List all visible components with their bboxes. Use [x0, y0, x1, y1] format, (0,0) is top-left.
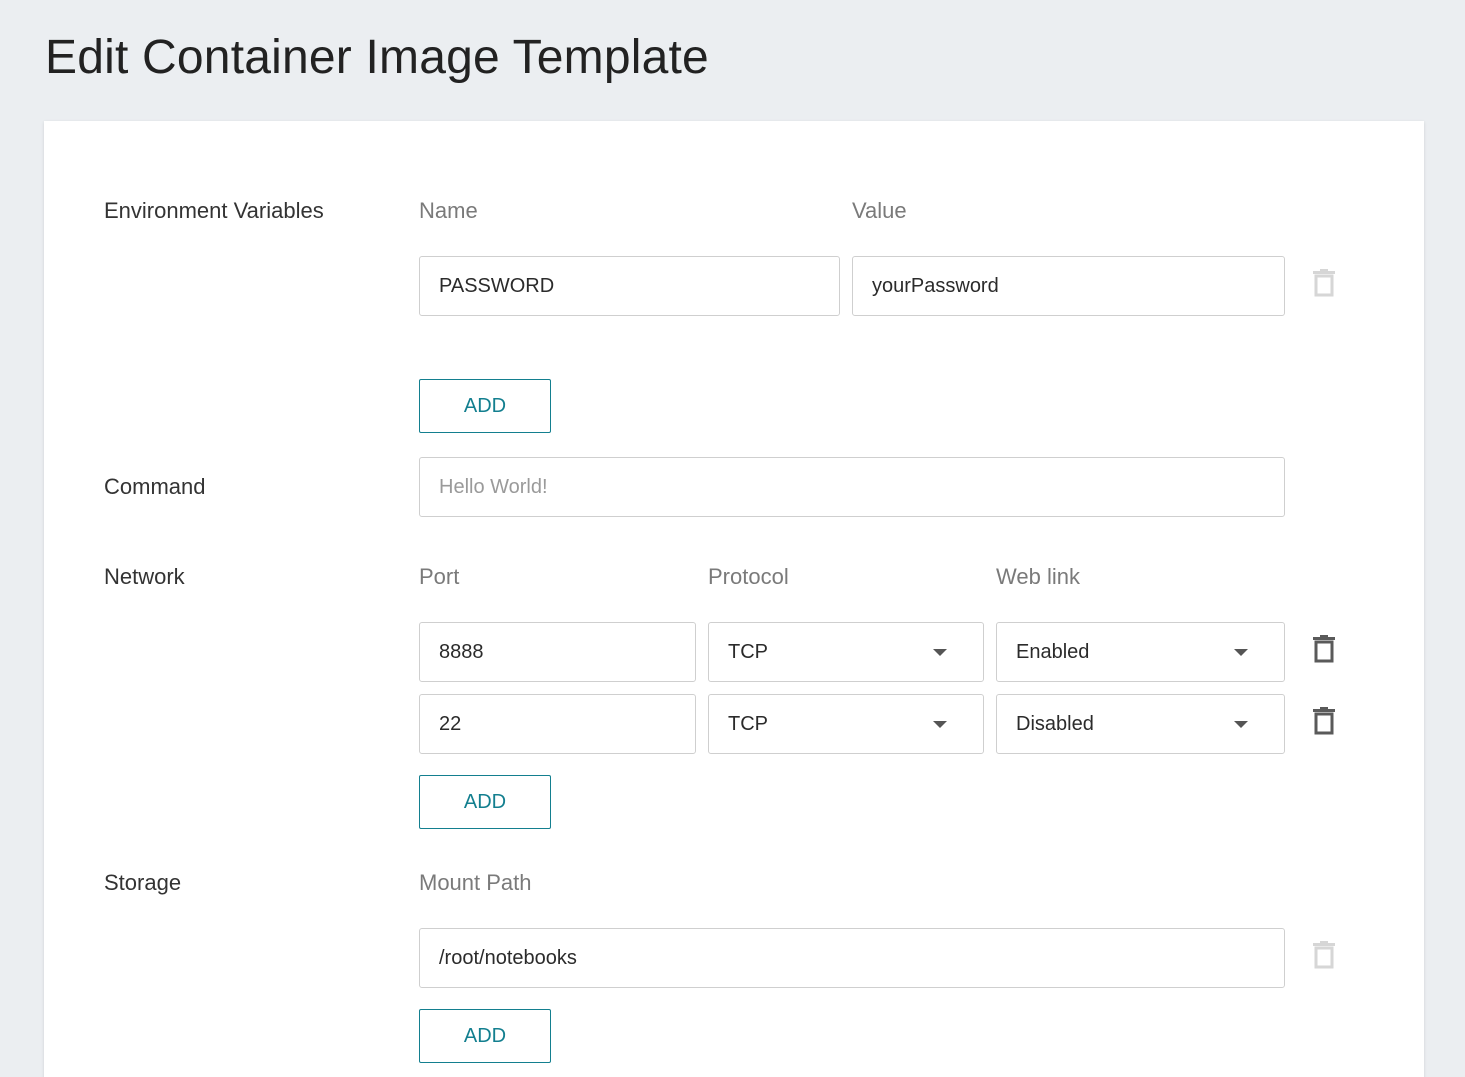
storage-section-label: Storage: [104, 870, 182, 895]
env-value-field[interactable]: [852, 256, 1285, 316]
env-col-name-header: Name: [419, 198, 478, 223]
env-name-field[interactable]: [419, 256, 840, 316]
network-weblink-value: Enabled: [1016, 641, 1090, 663]
env-add-button[interactable]: ADD: [419, 379, 551, 433]
network-protocol-select[interactable]: TCP: [708, 694, 984, 754]
env-name-input[interactable]: [420, 257, 839, 315]
page-title: Edit Container Image Template: [45, 31, 709, 84]
command-input[interactable]: [420, 458, 1284, 516]
network-col-weblink-header: Web link: [996, 564, 1080, 589]
caret-down-icon: [933, 721, 947, 728]
storage-mount-path-field[interactable]: [419, 928, 1285, 988]
caret-down-icon: [933, 649, 947, 656]
network-protocol-select[interactable]: TCP: [708, 622, 984, 682]
trash-icon[interactable]: [1313, 635, 1335, 663]
trash-icon[interactable]: [1313, 941, 1335, 969]
env-section-label: Environment Variables: [104, 198, 324, 223]
network-weblink-select[interactable]: Disabled: [996, 694, 1285, 754]
network-port-input[interactable]: [420, 695, 695, 753]
network-section-label: Network: [104, 564, 185, 589]
storage-mount-path-input[interactable]: [420, 929, 1284, 987]
network-protocol-value: TCP: [728, 641, 768, 663]
env-col-value-header: Value: [852, 198, 907, 223]
network-port-input[interactable]: [420, 623, 695, 681]
network-protocol-value: TCP: [728, 713, 768, 735]
trash-icon[interactable]: [1313, 707, 1335, 735]
network-add-button[interactable]: ADD: [419, 775, 551, 829]
env-value-input[interactable]: [853, 257, 1284, 315]
network-port-field[interactable]: [419, 622, 696, 682]
network-col-protocol-header: Protocol: [708, 564, 789, 589]
network-col-port-header: Port: [419, 564, 460, 589]
command-section-label: Command: [104, 474, 206, 499]
network-weblink-value: Disabled: [1016, 713, 1094, 735]
network-port-field[interactable]: [419, 694, 696, 754]
trash-icon[interactable]: [1313, 269, 1335, 297]
command-field[interactable]: [419, 457, 1285, 517]
storage-add-button[interactable]: ADD: [419, 1009, 551, 1063]
caret-down-icon: [1234, 649, 1248, 656]
caret-down-icon: [1234, 721, 1248, 728]
storage-col-mount-header: Mount Path: [419, 870, 532, 895]
template-form-card: Environment Variables Name Value ADD Com…: [44, 121, 1424, 1077]
network-weblink-select[interactable]: Enabled: [996, 622, 1285, 682]
